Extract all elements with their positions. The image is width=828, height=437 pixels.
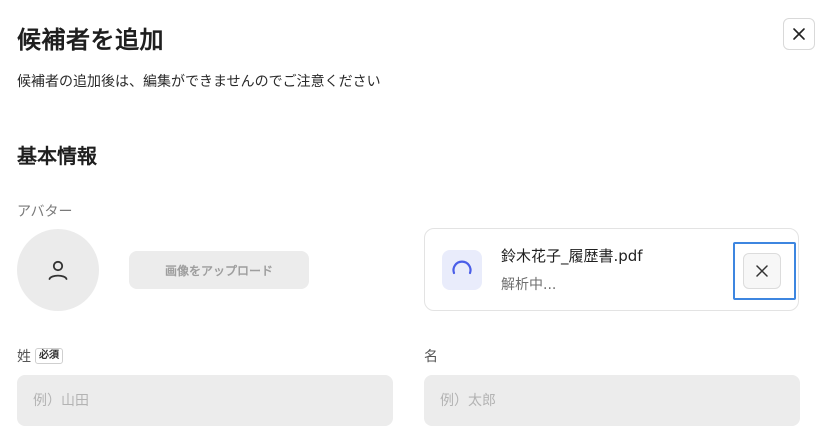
user-icon (48, 260, 68, 280)
last-name-label-text: 姓 (17, 349, 31, 365)
first-name-label: 名 (424, 346, 438, 366)
file-icon-box (442, 250, 482, 290)
remove-file-button[interactable] (743, 253, 781, 289)
close-icon (793, 28, 805, 40)
close-button[interactable] (783, 18, 815, 50)
last-name-label: 姓 必須 (17, 346, 63, 366)
file-name: 鈴木花子_履歴書.pdf (501, 247, 643, 265)
last-name-input[interactable] (17, 375, 393, 426)
dialog-subtitle: 候補者の追加後は、編集ができませんのでご注意ください (17, 74, 381, 90)
file-status: 解析中... (501, 277, 557, 293)
avatar-label: アバター (17, 204, 73, 220)
page-title: 候補者を追加 (17, 26, 164, 54)
uploaded-file-card: 鈴木花子_履歴書.pdf 解析中... (424, 228, 799, 311)
first-name-label-text: 名 (424, 349, 438, 365)
avatar (17, 229, 99, 311)
first-name-input[interactable] (424, 375, 800, 426)
close-icon (756, 265, 768, 277)
spinner-icon (452, 260, 472, 275)
upload-image-button[interactable]: 画像をアップロード (129, 251, 309, 289)
required-badge: 必須 (35, 348, 63, 364)
section-title: 基本情報 (17, 144, 97, 168)
